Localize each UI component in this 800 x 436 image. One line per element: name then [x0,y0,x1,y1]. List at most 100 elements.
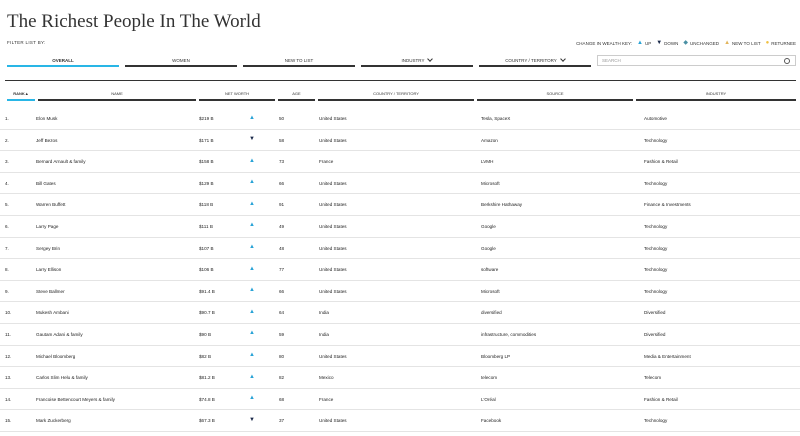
search-placeholder: SEARCH [602,58,621,63]
col-header-industry[interactable]: INDUSTRY [636,91,796,101]
source-cell: LVMH [481,159,494,165]
name-cell[interactable]: Bernard Arnault & family [36,159,86,164]
filter-label: FILTER LIST BY: [7,40,46,45]
table-row[interactable]: 15. Mark Zuckerberg $67.3 B 37 United States… [0,410,800,432]
industry-cell: Fashion & Retail [644,396,678,402]
col-header-source[interactable]: SOURCE [477,91,633,101]
name-cell[interactable]: Mukesh Ambani [36,310,69,315]
name-cell[interactable]: Carlos Slim Helu & family [36,375,88,380]
industry-cell: Technology [644,288,668,294]
chevron-down-icon [559,56,566,62]
up-arrow-icon: ▲ [249,244,255,251]
table-row[interactable]: 9. Steve Ballmer $91.4 B 66 United States Mic… [0,281,800,303]
table-row[interactable]: 13. Carlos Slim Helu & family $81.2 B 82 Mex… [0,367,800,389]
col-header-name[interactable]: NAME [38,91,196,101]
age-cell: 82 [279,375,285,381]
table-row[interactable]: 14. Francoise Bettencourt Meyers & family… [0,389,800,411]
tab-overall[interactable]: OVERALL [7,55,119,67]
tab-industry[interactable]: INDUSTRY [361,55,473,67]
table-row[interactable]: 1. Elon Musk $219 B 50 United States Tesla, S… [0,108,800,130]
rank-cell: 15. [5,418,12,424]
net-worth-cell: $118 B [199,202,214,208]
rank-cell: 6. [5,223,9,229]
country-cell: United States [319,180,347,186]
source-cell: Facebook [481,418,502,424]
key-up: ▲ UP [637,40,652,46]
source-cell: Amazon [481,137,498,143]
name-cell[interactable]: Mark Zuckerberg [36,418,71,423]
industry-cell: Technology [644,180,668,186]
up-arrow-icon: ▲ [249,373,255,380]
col-header-net-worth[interactable]: NET WORTH [199,91,275,101]
table-row[interactable]: 12. Michael Bloomberg $82 B 80 United States… [0,346,800,368]
industry-cell: Telecom [644,375,662,381]
col-header-age[interactable]: AGE [278,91,315,101]
up-arrow-icon: ▲ [637,40,643,46]
name-cell[interactable]: Sergey Brin [36,246,60,251]
source-cell: Bloomberg LP [481,353,511,359]
key-down: ▼ DOWN [656,40,679,46]
table-row[interactable]: 5. Warren Buffett $118 B 91 United States Ber… [0,194,800,216]
rank-cell: 7. [5,245,9,251]
search-icon[interactable] [784,57,790,64]
table-row[interactable]: 8. Larry Ellison $106 B 77 United States soft… [0,259,800,281]
source-cell: Google [481,223,496,229]
rank-cell: 12. [5,353,12,359]
name-cell[interactable]: Steve Ballmer [36,289,65,294]
age-cell: 68 [279,396,285,402]
table-row[interactable]: 3. Bernard Arnault & family $158 B 73 France… [0,151,800,173]
age-cell: 66 [279,288,285,294]
table-row[interactable]: 7. Sergey Brin $107 B 48 United States Google… [0,238,800,260]
col-header-rank[interactable]: RANK▲ [7,91,35,101]
age-cell: 73 [279,159,285,165]
key-unchanged: ◆ UNCHANGED [683,40,720,46]
age-cell: 48 [279,245,285,251]
name-cell[interactable]: Larry Ellison [36,267,61,272]
table-row[interactable]: 6. Larry Page $111 B 49 United States Google T… [0,216,800,238]
net-worth-cell: $67.3 B [199,418,215,424]
source-cell: L'Oréal [481,396,496,402]
page-title: The Richest People In The World [7,11,261,32]
table-row[interactable]: 4. Bill Gates $129 B 66 United States Microso… [0,173,800,195]
net-worth-cell: $90.7 B [199,310,215,316]
name-cell[interactable]: Bill Gates [36,181,56,186]
up-arrow-icon: ▲ [249,200,255,207]
col-header-country[interactable]: COUNTRY / TERRITORY [318,91,474,101]
source-cell: Microsoft [481,288,500,294]
tab-women[interactable]: WOMEN [125,55,237,67]
chevron-down-icon [427,56,434,62]
tab-country[interactable]: COUNTRY / TERRITORY [479,55,591,67]
up-arrow-icon: ▲ [249,352,255,359]
table-row[interactable]: 11. Gautam Adani & family $90 B 59 India infr… [0,324,800,346]
country-cell: United States [319,223,347,229]
source-cell: Berkshire Hathaway [481,202,523,208]
name-cell[interactable]: Jeff Bezos [36,138,57,143]
country-cell: France [319,159,334,165]
table-row[interactable]: 2. Jeff Bezos $171 B 58 United States Amazon T… [0,130,800,152]
rank-cell: 9. [5,288,9,294]
rank-cell: 13. [5,375,12,381]
net-worth-cell: $106 B [199,267,214,273]
net-worth-cell: $81.2 B [199,375,215,381]
industry-cell: Technology [644,223,668,229]
table-row[interactable]: 10. Mukesh Ambani $90.7 B 64 India diversifie… [0,302,800,324]
billionaires-table: 1. Elon Musk $219 B 50 United States Tesla, S… [0,108,800,432]
net-worth-cell: $91.4 B [199,288,215,294]
tab-new-to-list[interactable]: NEW TO LIST [243,55,355,67]
name-cell[interactable]: Gautam Adani & family [36,332,83,337]
age-cell: 49 [279,223,285,229]
net-worth-cell: $219 B [199,116,214,121]
source-cell: telecom [481,375,498,381]
rank-cell: 11. [5,331,12,337]
up-arrow-icon: ▲ [249,222,255,229]
name-cell[interactable]: Francoise Bettencourt Meyers & family [36,397,115,402]
name-cell[interactable]: Michael Bloomberg [36,354,75,359]
name-cell[interactable]: Elon Musk [36,116,57,121]
name-cell[interactable]: Larry Page [36,224,58,229]
rank-cell: 10. [5,310,12,316]
search-input[interactable]: SEARCH [597,55,796,66]
industry-cell: Automotive [644,116,667,121]
rank-cell: 4. [5,180,9,186]
name-cell[interactable]: Warren Buffett [36,202,65,207]
industry-cell: Technology [644,267,668,273]
